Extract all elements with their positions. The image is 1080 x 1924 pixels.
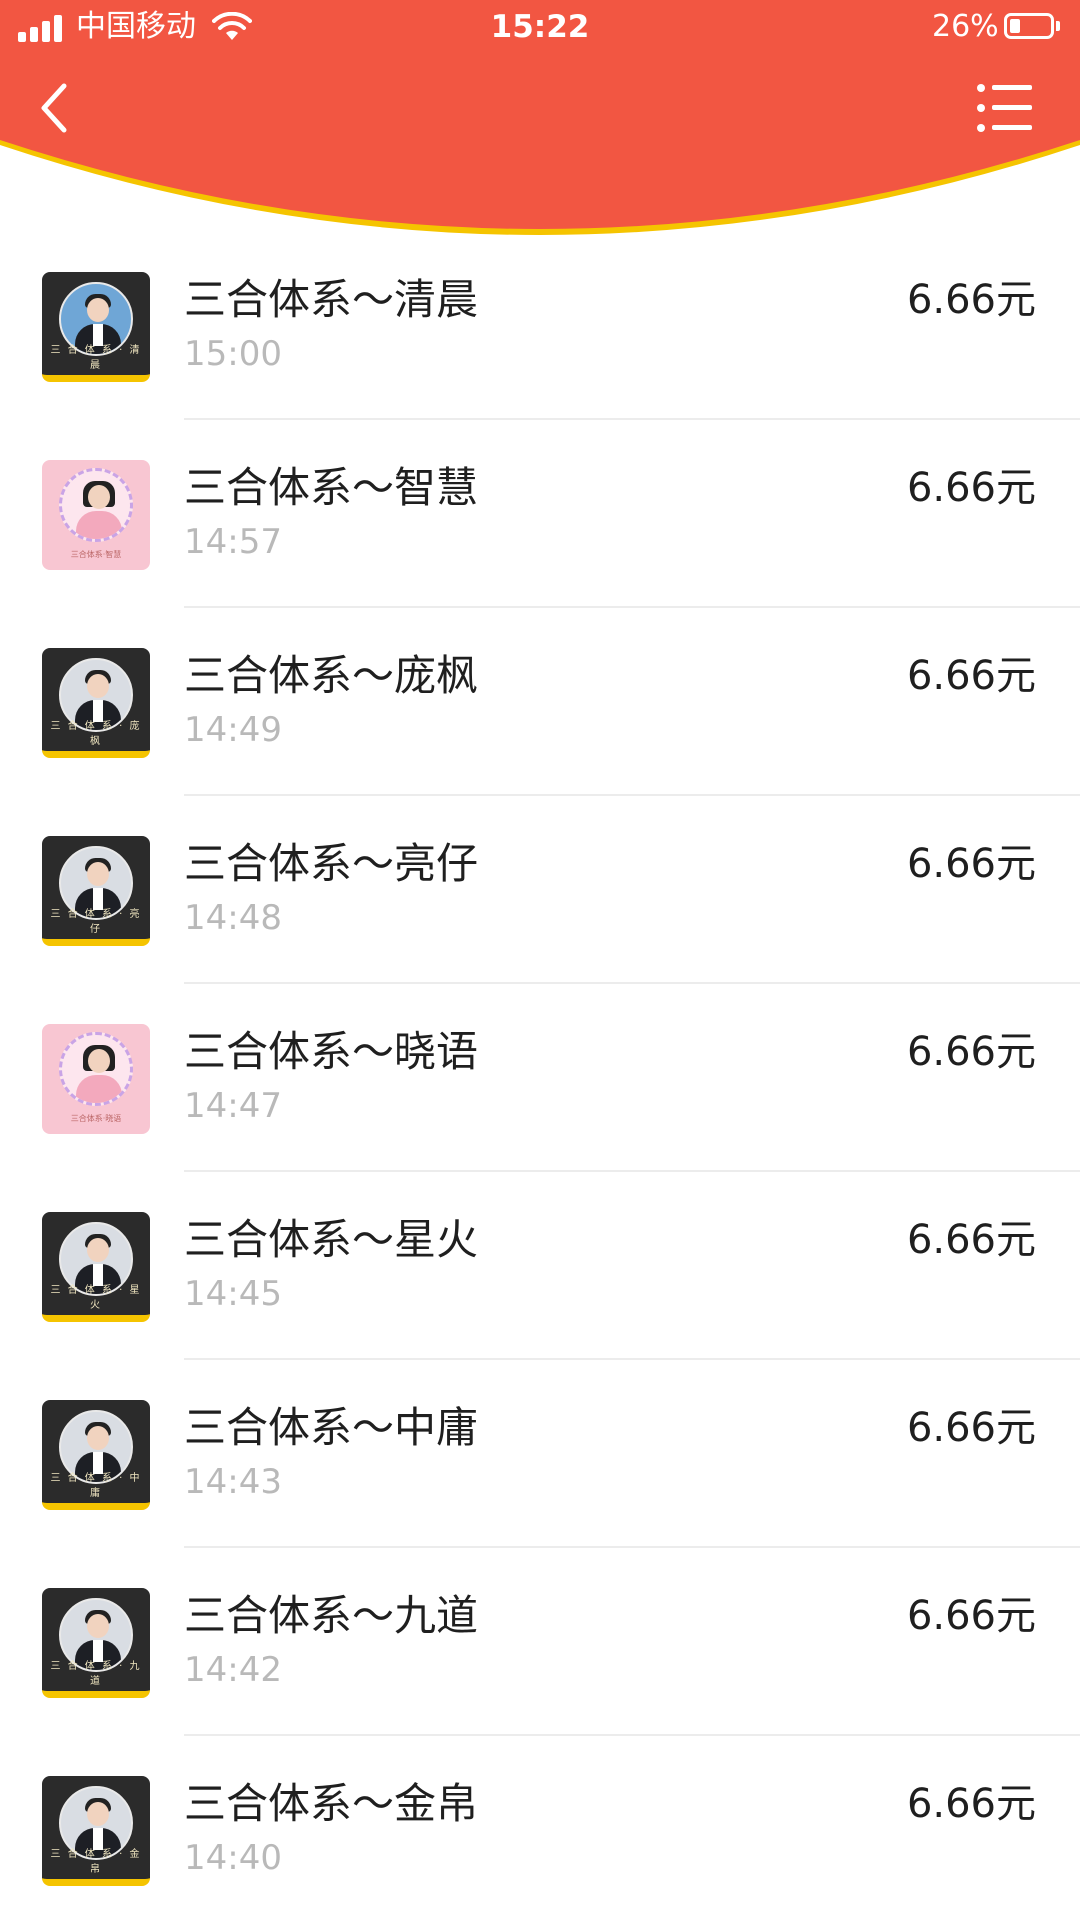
avatar-portrait bbox=[59, 1032, 133, 1106]
list-item[interactable]: 三 合 体 系 · 亮 仔 三合体系～亮仔 14:48 6.66元 bbox=[0, 796, 1080, 984]
record-title: 三合体系～庞枫 bbox=[184, 651, 479, 700]
avatar-caption: 三 合 体 系 · 清 晨 bbox=[50, 345, 142, 371]
record-title: 三合体系～九道 bbox=[184, 1591, 479, 1640]
list-item[interactable]: 三 合 体 系 · 星 火 三合体系～星火 14:45 6.66元 bbox=[0, 1172, 1080, 1360]
list-menu-icon bbox=[977, 84, 1032, 132]
record-title: 三合体系～清晨 bbox=[184, 275, 479, 324]
avatar-caption: 三 合 体 系 · 星 火 bbox=[50, 1285, 142, 1311]
portrait-head bbox=[88, 485, 110, 509]
portrait-body bbox=[76, 511, 122, 539]
record-list: 三 合 体 系 · 清 晨 三合体系～清晨 15:00 6.66元 三合体系·智… bbox=[0, 232, 1080, 1924]
avatar-caption: 三合体系·晓语 bbox=[70, 1114, 122, 1123]
record-title: 三合体系～亮仔 bbox=[184, 839, 479, 888]
record-amount: 6.66元 bbox=[906, 1029, 1036, 1075]
avatar: 三 合 体 系 · 星 火 bbox=[42, 1212, 150, 1322]
record-amount: 6.66元 bbox=[906, 465, 1036, 511]
battery-percentage: 26% bbox=[932, 9, 999, 44]
list-item[interactable]: 三 合 体 系 · 清 晨 三合体系～清晨 15:00 6.66元 bbox=[0, 232, 1080, 420]
status-time: 15:22 bbox=[490, 9, 590, 45]
record-time: 14:42 bbox=[184, 1650, 282, 1690]
record-amount: 6.66元 bbox=[906, 1405, 1036, 1451]
portrait-head bbox=[87, 674, 109, 698]
record-amount: 6.66元 bbox=[906, 653, 1036, 699]
record-title: 三合体系～金帛 bbox=[184, 1779, 479, 1828]
avatar: 三 合 体 系 · 金 帛 bbox=[42, 1776, 150, 1886]
avatar: 三 合 体 系 · 亮 仔 bbox=[42, 836, 150, 946]
avatar: 三 合 体 系 · 中 庸 bbox=[42, 1400, 150, 1510]
avatar-caption: 三 合 体 系 · 中 庸 bbox=[50, 1473, 142, 1499]
record-amount: 6.66元 bbox=[906, 841, 1036, 887]
avatar: 三 合 体 系 · 清 晨 bbox=[42, 272, 150, 382]
avatar: 三 合 体 系 · 庞 枫 bbox=[42, 648, 150, 758]
record-title: 三合体系～晓语 bbox=[184, 1027, 479, 1076]
portrait-head bbox=[87, 1426, 109, 1450]
record-title: 三合体系～智慧 bbox=[184, 463, 479, 512]
portrait-head bbox=[87, 298, 109, 322]
portrait-body bbox=[76, 1075, 122, 1103]
chevron-left-icon bbox=[41, 83, 67, 133]
record-amount: 6.66元 bbox=[906, 1217, 1036, 1263]
record-amount: 6.66元 bbox=[906, 1781, 1036, 1827]
record-amount: 6.66元 bbox=[906, 277, 1036, 323]
list-item[interactable]: 三合体系·智慧 三合体系～智慧 14:57 6.66元 bbox=[0, 420, 1080, 608]
portrait-head bbox=[87, 862, 109, 886]
avatar-caption: 三 合 体 系 · 九 道 bbox=[50, 1661, 142, 1687]
record-time: 14:40 bbox=[184, 1838, 282, 1878]
battery-icon bbox=[1004, 13, 1054, 39]
list-item[interactable]: 三合体系·晓语 三合体系～晓语 14:47 6.66元 bbox=[0, 984, 1080, 1172]
list-item[interactable]: 三 合 体 系 · 中 庸 三合体系～中庸 14:43 6.66元 bbox=[0, 1360, 1080, 1548]
record-title: 三合体系～中庸 bbox=[184, 1403, 479, 1452]
record-time: 15:00 bbox=[184, 334, 282, 374]
avatar-caption: 三 合 体 系 · 庞 枫 bbox=[50, 721, 142, 747]
portrait-head bbox=[87, 1238, 109, 1262]
avatar-caption: 三 合 体 系 · 金 帛 bbox=[50, 1849, 142, 1875]
menu-button[interactable] bbox=[976, 82, 1034, 134]
record-time: 14:43 bbox=[184, 1462, 282, 1502]
portrait-head bbox=[87, 1614, 109, 1638]
status-bar: 中国移动 15:22 26% bbox=[0, 0, 1080, 56]
avatar-portrait bbox=[59, 468, 133, 542]
portrait-head bbox=[88, 1049, 110, 1073]
battery-tip bbox=[1056, 21, 1060, 31]
record-time: 14:45 bbox=[184, 1274, 282, 1314]
avatar-caption: 三 合 体 系 · 亮 仔 bbox=[50, 909, 142, 935]
record-time: 14:57 bbox=[184, 522, 282, 562]
list-item[interactable]: 三 合 体 系 · 九 道 三合体系～九道 14:42 6.66元 bbox=[0, 1548, 1080, 1736]
portrait-head bbox=[87, 1802, 109, 1826]
record-title: 三合体系～星火 bbox=[184, 1215, 479, 1264]
record-time: 14:49 bbox=[184, 710, 282, 750]
list-item[interactable]: 三 合 体 系 · 金 帛 三合体系～金帛 14:40 6.66元 bbox=[0, 1736, 1080, 1924]
back-button[interactable] bbox=[30, 78, 84, 138]
avatar-caption: 三合体系·智慧 bbox=[70, 550, 122, 559]
avatar: 三合体系·智慧 bbox=[42, 460, 150, 570]
list-item[interactable]: 三 合 体 系 · 庞 枫 三合体系～庞枫 14:49 6.66元 bbox=[0, 608, 1080, 796]
avatar: 三合体系·晓语 bbox=[42, 1024, 150, 1134]
record-time: 14:48 bbox=[184, 898, 282, 938]
avatar: 三 合 体 系 · 九 道 bbox=[42, 1588, 150, 1698]
record-time: 14:47 bbox=[184, 1086, 282, 1126]
record-amount: 6.66元 bbox=[906, 1593, 1036, 1639]
